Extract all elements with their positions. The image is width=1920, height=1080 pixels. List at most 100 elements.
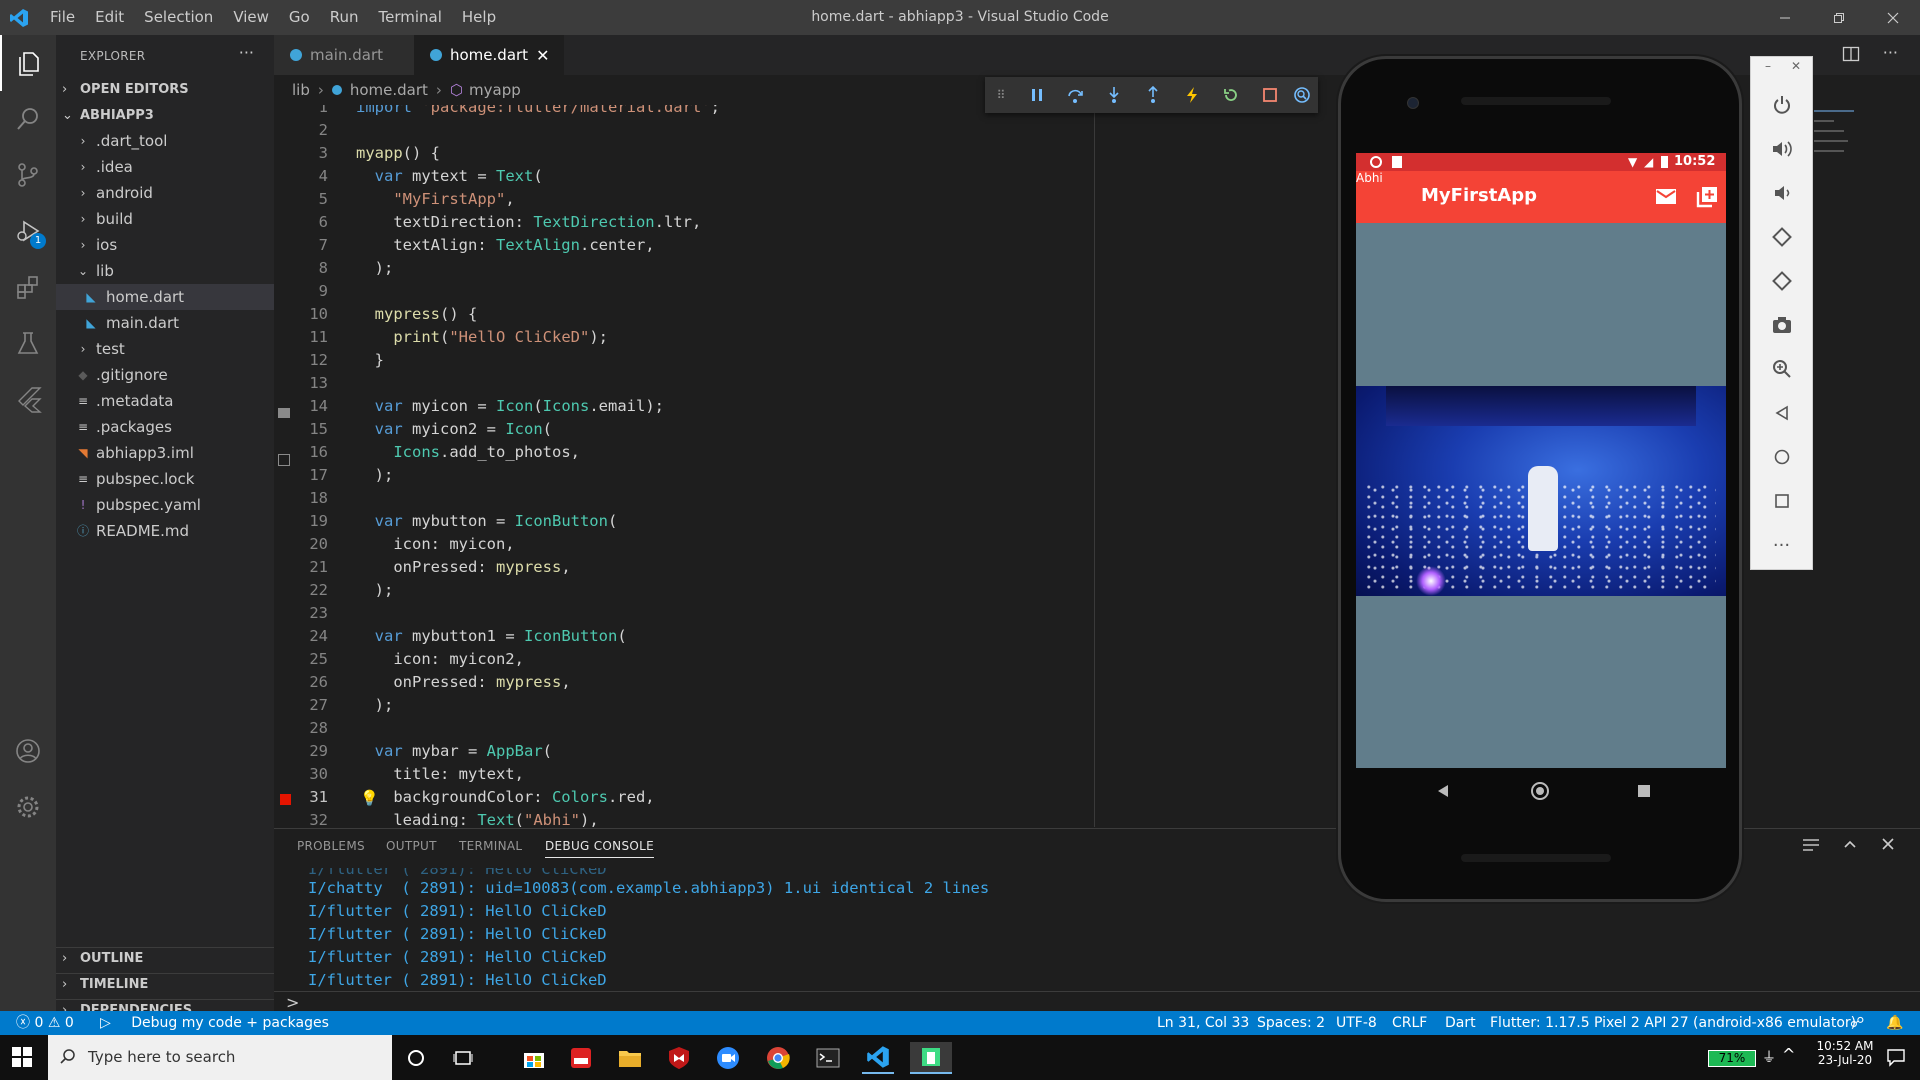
breadcrumb-file[interactable]: home.dart <box>350 81 428 99</box>
tab-main-dart[interactable]: main.dart <box>274 35 414 75</box>
code-line[interactable]: 14 var myicon = Icon(Icons.email); <box>274 395 1474 418</box>
nav-recents-icon[interactable] <box>1638 785 1650 797</box>
code-line[interactable]: 29 var mybar = AppBar( <box>274 740 1474 763</box>
tree-item-android[interactable]: › android <box>56 180 274 206</box>
tree-item-ios[interactable]: › ios <box>56 232 274 258</box>
emulator-minimize-icon[interactable]: – <box>1765 59 1771 73</box>
extended-controls-icon[interactable]: ··· <box>1751 523 1812 567</box>
tab-debug-console[interactable]: DEBUG CONSOLE <box>545 839 654 858</box>
code-line[interactable]: 18 <box>274 487 1474 510</box>
tree-item-pubspec-yaml[interactable]: ! pubspec.yaml <box>56 492 274 518</box>
tree-item-build[interactable]: › build <box>56 206 274 232</box>
section-timeline[interactable]: › TIMELINE <box>56 973 274 995</box>
code-line[interactable]: 19 var mybutton = IconButton( <box>274 510 1474 533</box>
language-mode[interactable]: Dart <box>1445 1011 1476 1035</box>
breakpoint-icon[interactable] <box>280 794 291 805</box>
account-icon[interactable] <box>0 723 56 779</box>
code-line[interactable]: 10 mypress() { <box>274 303 1474 326</box>
stop-icon[interactable] <box>1260 85 1280 105</box>
minimap[interactable] <box>1814 105 1914 165</box>
code-line[interactable]: 12 } <box>274 349 1474 372</box>
zoom-icon[interactable] <box>1751 347 1812 391</box>
android-emulator-taskbar-icon[interactable] <box>910 1042 952 1074</box>
code-line[interactable]: 24 var mybutton1 = IconButton( <box>274 625 1474 648</box>
cortana-icon[interactable] <box>400 1042 432 1074</box>
step-out-icon[interactable] <box>1143 85 1163 105</box>
testing-icon[interactable] <box>0 315 56 371</box>
code-line[interactable]: 5 "MyFirstApp", <box>274 188 1474 211</box>
rotate-right-icon[interactable] <box>1751 259 1812 303</box>
code-line[interactable]: 23 <box>274 602 1474 625</box>
encoding[interactable]: UTF-8 <box>1336 1011 1377 1035</box>
nav-back-icon[interactable] <box>1436 784 1450 798</box>
code-line[interactable]: 9 <box>274 280 1474 303</box>
lightbulb-icon[interactable]: 💡 <box>360 789 379 807</box>
live-share-icon[interactable]: ☍ <box>1850 1011 1864 1035</box>
tree-item-lib[interactable]: ⌄ lib <box>56 258 274 284</box>
chrome-icon[interactable] <box>762 1042 794 1074</box>
console-input[interactable]: > <box>274 991 1920 1013</box>
notifications-bell-icon[interactable]: 🔔 <box>1886 1011 1903 1035</box>
home-icon[interactable] <box>1751 435 1812 479</box>
code-line[interactable]: 21 onPressed: mypress, <box>274 556 1474 579</box>
tree-item-packages[interactable]: ≡ .packages <box>56 414 274 440</box>
flutter-version[interactable]: Flutter: 1.17.5 <box>1490 1011 1590 1035</box>
source-control-icon[interactable] <box>0 147 56 203</box>
tab-terminal[interactable]: TERMINAL <box>459 839 522 853</box>
problems-status[interactable]: ⓧ 0 ⚠ 0 <box>16 1011 74 1035</box>
code-line[interactable]: 27 ); <box>274 694 1474 717</box>
code-line[interactable]: 11 print("HellO CliCkeD"); <box>274 326 1474 349</box>
screenshot-camera-icon[interactable] <box>1751 303 1812 347</box>
code-line[interactable]: 8 ); <box>274 257 1474 280</box>
breadcrumb-lib[interactable]: lib <box>292 81 310 99</box>
back-icon[interactable] <box>1751 391 1812 435</box>
volume-up-icon[interactable] <box>1751 127 1812 171</box>
code-line[interactable]: 30 title: mytext, <box>274 763 1474 786</box>
code-line[interactable]: 3 myapp() { <box>274 142 1474 165</box>
step-over-icon[interactable] <box>1065 85 1085 105</box>
vscode-taskbar-icon[interactable] <box>862 1042 894 1074</box>
section-project[interactable]: ⌄ ABHIAPP3 <box>56 105 274 127</box>
code-line[interactable]: 32 leading: Text("Abhi"), <box>274 809 1474 827</box>
tree-item-gitignore[interactable]: ◆ .gitignore <box>56 362 274 388</box>
code-line[interactable]: 31 backgroundColor: Colors.red, <box>274 786 1474 809</box>
volume-down-icon[interactable] <box>1751 171 1812 215</box>
code-line[interactable]: 13 <box>274 372 1474 395</box>
show-hidden-icons-icon[interactable]: ^ <box>1782 1045 1795 1064</box>
indentation[interactable]: Spaces: 2 <box>1257 1011 1325 1035</box>
section-outline[interactable]: › OUTLINE <box>56 947 274 969</box>
pause-icon[interactable] <box>1027 85 1047 105</box>
zoom-app-icon[interactable] <box>712 1042 744 1074</box>
task-view-icon[interactable] <box>447 1042 479 1074</box>
taskbar-search[interactable]: Type here to search <box>48 1035 392 1080</box>
mp3-app-icon[interactable] <box>565 1042 597 1074</box>
code-line[interactable]: 7 textAlign: TextAlign.center, <box>274 234 1474 257</box>
tree-item-metadata[interactable]: ≡ .metadata <box>56 388 274 414</box>
code-line[interactable]: 15 var myicon2 = Icon( <box>274 418 1474 441</box>
tab-problems[interactable]: PROBLEMS <box>297 839 365 853</box>
tree-item-test[interactable]: › test <box>56 336 274 362</box>
overview-icon[interactable] <box>1751 479 1812 523</box>
minimize-icon[interactable] <box>1758 0 1812 35</box>
tree-item-main-dart[interactable]: ◣ main.dart <box>56 310 274 336</box>
store-icon[interactable] <box>518 1042 550 1074</box>
close-tab-icon[interactable]: ✕ <box>536 46 549 65</box>
mcafee-icon[interactable] <box>663 1042 695 1074</box>
line-endings[interactable]: CRLF <box>1392 1011 1427 1035</box>
tree-item-home-dart[interactable]: ◣ home.dart <box>56 284 274 310</box>
cursor-position[interactable]: Ln 31, Col 33 <box>1157 1011 1249 1035</box>
restart-icon[interactable] <box>1221 85 1241 105</box>
step-into-icon[interactable] <box>1104 85 1124 105</box>
battery-indicator[interactable]: 71% <box>1708 1050 1756 1067</box>
hot-reload-icon[interactable] <box>1182 85 1202 105</box>
restore-icon[interactable] <box>1812 0 1866 35</box>
tree-item-readme[interactable]: ⓘ README.md <box>56 518 274 544</box>
explorer-icon[interactable] <box>0 35 56 91</box>
word-wrap-icon[interactable] <box>1802 837 1820 853</box>
action-center-icon[interactable] <box>1886 1047 1906 1067</box>
extensions-icon[interactable] <box>0 259 56 315</box>
more-actions-icon[interactable]: ··· <box>239 43 254 62</box>
code-line[interactable]: 25 icon: myicon2, <box>274 648 1474 671</box>
maximize-panel-icon[interactable] <box>1843 837 1857 851</box>
power-icon[interactable] <box>1751 83 1812 127</box>
